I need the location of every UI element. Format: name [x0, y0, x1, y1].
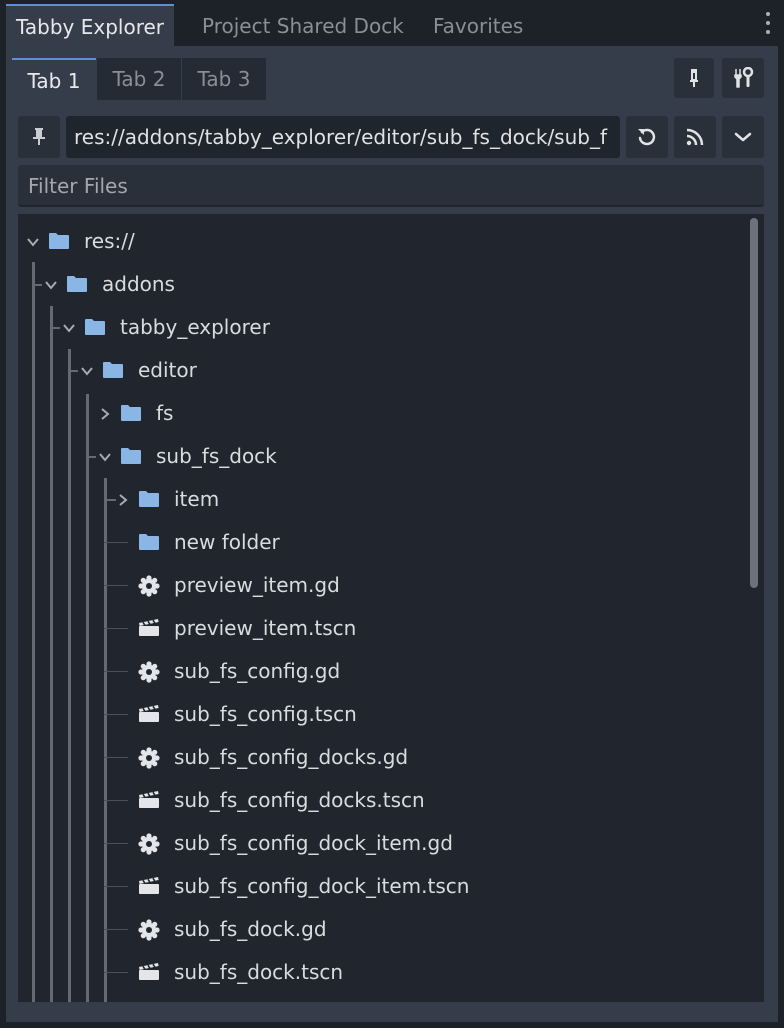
tree-guide-line	[104, 800, 128, 801]
file-tree[interactable]: res:// addons tabby_explorereditor fs sub_fs…	[18, 214, 764, 1002]
tree-item-label: fs	[156, 401, 174, 425]
tree-item-label: preview_item.tscn	[174, 616, 357, 640]
tree-scrollbar[interactable]	[750, 218, 758, 588]
dock-tab-project-shared-dock[interactable]: Project Shared Dock	[202, 4, 404, 46]
tree-item-label: editor	[138, 358, 197, 382]
refresh-icon	[638, 128, 656, 146]
chevron-right-icon[interactable]	[98, 406, 112, 420]
settings-button[interactable]	[722, 58, 764, 98]
folder-icon	[84, 317, 106, 339]
tree-item-label: sub_fs_config_docks.gd	[174, 745, 409, 769]
dock-tab-bar: Tabby Explorer Project Shared Dock Favor…	[0, 0, 784, 46]
tree-item-label: sub_fs_config.tscn	[174, 702, 357, 726]
script-gear-icon	[138, 747, 160, 769]
tree-guide-line	[104, 542, 128, 543]
dock-tab-favorites[interactable]: Favorites	[433, 4, 523, 46]
tree-item-label: sub_fs_dock.tscn	[174, 960, 344, 984]
tree-item-label: new folder	[174, 530, 280, 554]
chevron-down-icon[interactable]	[98, 449, 112, 463]
path-field[interactable]: res://addons/tabby_explorer/editor/sub_f…	[66, 116, 620, 158]
tree-folder-row[interactable]: fs	[18, 392, 748, 435]
chevron-down-icon[interactable]	[44, 277, 58, 291]
pin-icon	[33, 128, 45, 145]
tree-folder-row[interactable]: sub_fs_dock	[18, 435, 748, 478]
folder-icon	[66, 274, 88, 296]
dock-menu-icon[interactable]	[766, 12, 772, 38]
tree-item-label: sub_fs_dock.gd	[174, 917, 327, 941]
tree-guide-line	[104, 757, 128, 758]
tree-guide-line	[104, 585, 128, 586]
chevron-down-icon[interactable]	[62, 320, 76, 334]
chevron-down-icon[interactable]	[80, 363, 94, 377]
dock-tab-tabby-explorer[interactable]: Tabby Explorer	[6, 4, 175, 46]
chevron-right-icon[interactable]	[116, 492, 130, 506]
scene-clapper-icon	[138, 704, 160, 726]
tab-3[interactable]: Tab 3	[182, 58, 266, 100]
tree-item-label: sub_fs_config.gd	[174, 659, 341, 683]
pin-tab-button[interactable]	[674, 58, 714, 98]
tree-guide-line	[104, 714, 128, 715]
folder-icon	[138, 532, 160, 554]
chevron-down-icon	[734, 132, 752, 142]
options-dropdown-button[interactable]	[722, 116, 764, 158]
tree-folder-row[interactable]: tabby_explorer	[18, 306, 748, 349]
folder-icon	[48, 231, 70, 253]
tree-guide-line	[104, 929, 128, 930]
tree-item-label: item	[174, 487, 220, 511]
chevron-down-icon[interactable]	[26, 234, 40, 248]
tab-1[interactable]: Tab 1	[12, 58, 96, 100]
script-gear-icon	[138, 919, 160, 941]
refresh-button[interactable]	[626, 116, 668, 158]
tab-2[interactable]: Tab 2	[97, 58, 181, 100]
tree-item-label: sub_fs_dock	[156, 444, 277, 468]
tree-guide-line	[104, 671, 128, 672]
folder-icon	[138, 489, 160, 511]
tree-item-label: sub_fs_config_docks.tscn	[174, 788, 425, 812]
folder-icon	[102, 360, 124, 382]
scene-clapper-icon	[138, 876, 160, 898]
tree-folder-row[interactable]: res://	[18, 220, 748, 263]
tree-guide-line	[104, 972, 128, 973]
script-gear-icon	[138, 833, 160, 855]
folder-icon	[120, 403, 142, 425]
tree-item-label: tabby_explorer	[120, 315, 270, 339]
tree-item-label: sub_fs_config_dock_item.tscn	[174, 874, 470, 898]
pin-path-button[interactable]	[18, 116, 60, 158]
script-gear-icon	[138, 661, 160, 683]
signal-icon	[686, 128, 704, 146]
tree-guide-line	[104, 843, 128, 844]
tree-guide-line	[104, 628, 128, 629]
pin-icon	[690, 69, 698, 87]
folder-icon	[120, 446, 142, 468]
tree-folder-row[interactable]: editor	[18, 349, 748, 392]
tree-folder-row[interactable]: addons	[18, 263, 748, 306]
tree-item-label: res://	[84, 229, 135, 253]
feed-button[interactable]	[674, 116, 716, 158]
script-gear-icon	[138, 575, 160, 597]
tools-icon	[734, 67, 754, 88]
tree-item-label: preview_item.gd	[174, 573, 340, 597]
scene-clapper-icon	[138, 962, 160, 984]
tree-folder-row[interactable]: item	[18, 478, 748, 521]
scene-clapper-icon	[138, 790, 160, 812]
scene-clapper-icon	[138, 618, 160, 640]
tree-item-label: sub_fs_config_dock_item.gd	[174, 831, 453, 855]
filter-files-input[interactable]: Filter Files	[18, 165, 764, 207]
tree-item-label: addons	[102, 272, 175, 296]
tree-guide-line	[104, 886, 128, 887]
